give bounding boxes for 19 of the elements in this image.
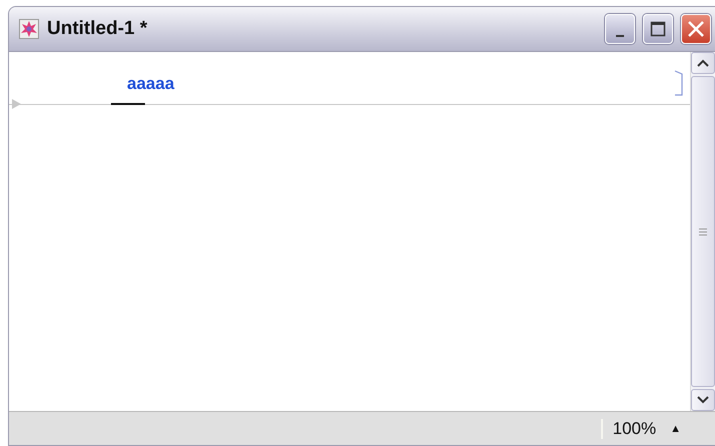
minimize-icon [616, 35, 624, 37]
grip-icon [698, 228, 708, 236]
maximize-icon [650, 21, 666, 37]
zoom-level: 100% [600, 418, 656, 438]
bracket-icon [674, 70, 683, 96]
app-icon [19, 19, 39, 39]
zoom-menu-arrow[interactable]: ▲ [670, 422, 681, 434]
chevron-down-icon [697, 396, 709, 404]
maximize-button[interactable] [643, 14, 673, 44]
scroll-up-button[interactable] [691, 52, 715, 74]
lyric-text: aaaaa [127, 74, 174, 94]
minimize-button[interactable] [605, 14, 635, 44]
close-icon [687, 20, 705, 38]
scrollbar-thumb[interactable] [691, 76, 715, 387]
scroll-down-button[interactable] [691, 389, 715, 411]
window-title: Untitled-1 * [47, 18, 148, 40]
close-button[interactable] [681, 14, 711, 44]
cursor-underline [111, 103, 145, 105]
chevron-up-icon [697, 59, 709, 67]
